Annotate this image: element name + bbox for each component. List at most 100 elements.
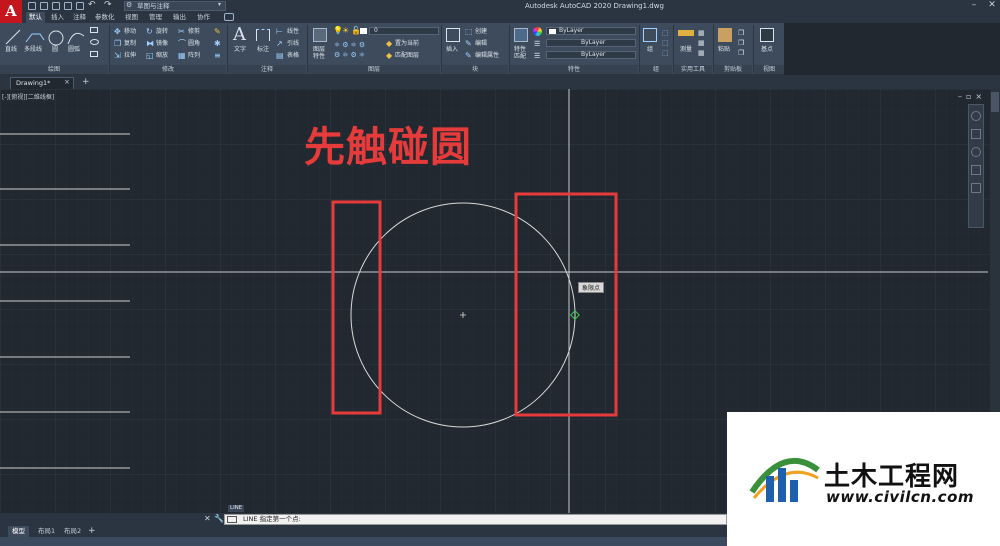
edit-attributes-tool[interactable]: 编辑属性 [475,52,499,60]
insert-block-icon [446,28,460,42]
match-properties-icon [514,28,528,42]
clipboard-panel-title[interactable]: 剪贴板 [714,65,752,74]
move-tool[interactable]: 移动 [124,28,136,36]
tab-output[interactable]: 输出 [170,12,189,23]
command-prompt-icon [227,516,237,523]
stretch-tool[interactable]: 拉伸 [124,52,136,60]
color-dropdown[interactable]: ByLayer [546,27,636,35]
viewport-window-controls[interactable]: –▫× [958,92,986,101]
paste-tool[interactable]: 粘贴 [718,46,730,54]
tab-layout1[interactable]: 布局1 [34,526,59,537]
video-icon[interactable] [224,13,234,21]
fillet-tool[interactable]: 圆角 [188,40,200,48]
tab-insert[interactable]: 插入 [48,12,67,23]
array-tool[interactable]: 阵列 [188,52,200,60]
pan-icon[interactable] [971,129,981,139]
view-panel-title[interactable]: 视图 [754,65,784,74]
tab-model[interactable]: 模型 [8,526,29,537]
table-tool[interactable]: 表格 [287,52,299,60]
viewport-controls-label[interactable]: [-][俯视][二维线框] [2,92,54,101]
layer-properties-tool[interactable]: 图层特性 [313,46,329,60]
showmotion-icon[interactable] [971,183,981,193]
file-tab-bar [0,75,1000,89]
linetype-dropdown[interactable]: ByLayer [546,39,636,47]
leader-tool[interactable]: 引线 [287,40,299,48]
tab-parametric[interactable]: 参数化 [92,12,118,23]
layer-dropdown[interactable]: 0 [369,27,439,35]
annotation-panel-title[interactable]: 注释 [228,65,306,74]
dimension-tool[interactable]: 标注 [257,46,269,54]
arc-tool[interactable]: 圆弧 [68,46,80,54]
set-current-icon: ◆ [386,39,393,48]
clipboard-small-icons[interactable]: ❐ ❐ ❐ [738,28,748,58]
linear-tool[interactable]: 线性 [287,28,299,36]
mirror-tool[interactable]: 镜像 [156,40,168,48]
trim-tool[interactable]: 修剪 [188,28,200,36]
edit-block-tool[interactable]: 编辑 [475,40,487,48]
new-file-icon[interactable] [28,2,36,10]
layers-panel-title[interactable]: 图层 [308,65,440,74]
utility-small-icons[interactable]: ▦ ▦ ▦ [698,28,708,58]
rotate-tool[interactable]: 旋转 [156,28,168,36]
group-small-icons[interactable]: ⬚ ⬚ ⬚ [662,28,670,58]
edit-attributes-icon: ✎ [465,51,472,60]
application-menu-button[interactable]: A [0,0,22,24]
scale-tool[interactable]: 缩放 [156,52,168,60]
polyline-tool[interactable]: 多段线 [24,46,42,54]
block-panel-title[interactable]: 块 [442,65,508,74]
tab-manage[interactable]: 管理 [146,12,165,23]
new-tab-button[interactable]: + [82,76,90,88]
watermark-url: www.civilcn.com [826,488,975,506]
plot-icon[interactable] [76,2,84,10]
navigation-bar[interactable] [968,104,984,228]
open-file-icon[interactable] [40,2,48,10]
group-tool[interactable]: 组 [647,46,653,54]
command-input[interactable]: LINE 指定第一个点: [224,514,727,525]
draw-panel-title[interactable]: 绘图 [0,65,108,74]
tab-collaborate[interactable]: 协作 [194,12,213,23]
insert-block-tool[interactable]: 插入 [446,46,458,54]
save-as-icon[interactable] [64,2,72,10]
offset-icon[interactable]: ≡ [214,52,221,60]
erase-icon[interactable]: ✎ [214,28,221,36]
modify-panel-title[interactable]: 修改 [110,65,226,74]
explode-icon[interactable]: ✱ [214,40,221,48]
save-icon[interactable] [52,2,60,10]
measure-icon [678,30,694,36]
close-tab-icon[interactable]: × [64,77,70,88]
layer-tool-icons[interactable]: ⚛⚙⚛⚙ ⚙⚛⚙⚛ [334,40,384,60]
trim-icon: ✂ [178,27,185,36]
close-button[interactable]: ✕ [986,0,998,12]
tab-annotate[interactable]: 注释 [70,12,89,23]
annotation-text: 先触碰圆 [304,123,472,171]
match-layer-tool[interactable]: 匹配图层 [395,52,419,60]
wrench-icon[interactable]: 🔧 [214,513,224,525]
workspace-select[interactable]: 草图与注释 [124,1,226,11]
tab-view[interactable]: 视图 [122,12,141,23]
stretch-icon: ⇲ [114,51,121,60]
copy-tool[interactable]: 复制 [124,40,136,48]
orbit-icon[interactable] [971,165,981,175]
circle-tool[interactable]: 圆 [52,46,58,54]
close-command-icon[interactable]: ✕ [204,513,211,525]
set-current-tool[interactable]: 置为当前 [395,40,419,48]
scrollbar-thumb[interactable] [991,92,999,112]
lineweight-dropdown[interactable]: ByLayer [546,51,636,59]
text-tool[interactable]: 文字 [234,46,246,54]
base-point-tool[interactable]: 基点 [761,46,773,54]
measure-tool[interactable]: 测量 [680,46,692,54]
create-block-tool[interactable]: 创建 [475,28,487,36]
zoom-icon[interactable] [971,147,981,157]
utilities-panel-title[interactable]: 实用工具 [674,65,712,74]
line-tool[interactable]: 直线 [5,46,17,54]
match-properties-tool[interactable]: 特性匹配 [514,46,530,60]
undo-icon[interactable]: ↶ [88,0,96,11]
groups-panel-title[interactable]: 组 [640,65,672,74]
minimize-button[interactable]: – [968,0,980,12]
add-layout-button[interactable]: + [88,525,96,537]
tab-layout2[interactable]: 布局2 [60,526,85,537]
redo-icon[interactable]: ↷ [104,0,112,11]
tab-home[interactable]: 默认 [26,12,45,23]
properties-panel-title[interactable]: 特性 [510,65,638,74]
steering-wheel-icon[interactable] [971,111,981,121]
